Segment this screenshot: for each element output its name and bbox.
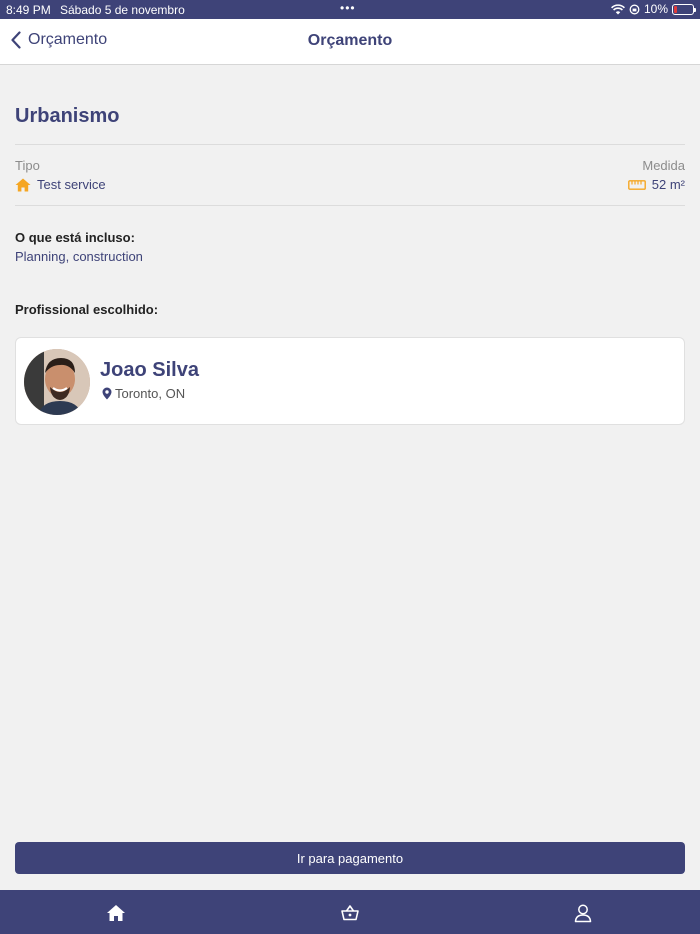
- avatar: [24, 349, 90, 415]
- included-text: Planning, construction: [15, 249, 143, 264]
- battery-icon: [672, 3, 696, 15]
- battery-percent: 10%: [643, 2, 668, 16]
- quote-content: Urbanismo Tipo Test service Medida 52 m²: [15, 65, 685, 425]
- ruler-icon: [627, 179, 646, 190]
- go-to-payment-button[interactable]: Ir para pagamento: [15, 842, 685, 874]
- type-value: Test service: [37, 177, 106, 192]
- tab-basket[interactable]: [338, 902, 362, 924]
- professional-location-row: Toronto, ON: [102, 386, 185, 401]
- divider: [15, 205, 685, 206]
- status-date: Sábado 5 de novembro: [60, 3, 185, 17]
- basket-icon: [341, 905, 359, 921]
- nav-bar: Orçamento Orçamento: [0, 19, 700, 65]
- wifi-icon: [611, 3, 625, 14]
- included-label: O que está incluso:: [15, 230, 135, 245]
- tab-home[interactable]: [104, 902, 128, 924]
- professional-label: Profissional escolhido:: [15, 302, 159, 317]
- measure-value: 52 m²: [651, 177, 685, 192]
- included-section: O que está incluso: Planning, constructi…: [15, 230, 685, 264]
- professional-name: Joao Silva: [100, 359, 199, 381]
- professional-card[interactable]: Joao Silva Toronto, ON: [15, 337, 685, 425]
- measure-value-row: 52 m²: [627, 177, 685, 192]
- service-title: Urbanismo: [15, 105, 120, 127]
- user-icon: [574, 904, 592, 923]
- tab-bar: [0, 890, 700, 934]
- tab-profile[interactable]: [571, 902, 595, 924]
- measure-block: Medida 52 m²: [627, 158, 685, 192]
- type-block: Tipo Test service: [15, 158, 106, 192]
- service-info-row: Tipo Test service Medida 52 m²: [15, 145, 685, 205]
- type-label: Tipo: [15, 158, 40, 173]
- rotation-lock-icon: [629, 4, 640, 14]
- page-title: Orçamento: [307, 32, 393, 49]
- home-icon: [15, 178, 31, 191]
- status-time: 8:49 PM: [6, 3, 51, 17]
- measure-label: Medida: [642, 158, 685, 173]
- type-value-row: Test service: [15, 177, 106, 192]
- location-pin-icon: [102, 387, 112, 400]
- status-right: 10%: [611, 2, 696, 16]
- professional-location: Toronto, ON: [115, 386, 186, 401]
- status-bar: 8:49 PM Sábado 5 de novembro ••• 10%: [0, 0, 700, 19]
- home-icon: [107, 905, 125, 921]
- multitask-dots[interactable]: •••: [340, 1, 356, 15]
